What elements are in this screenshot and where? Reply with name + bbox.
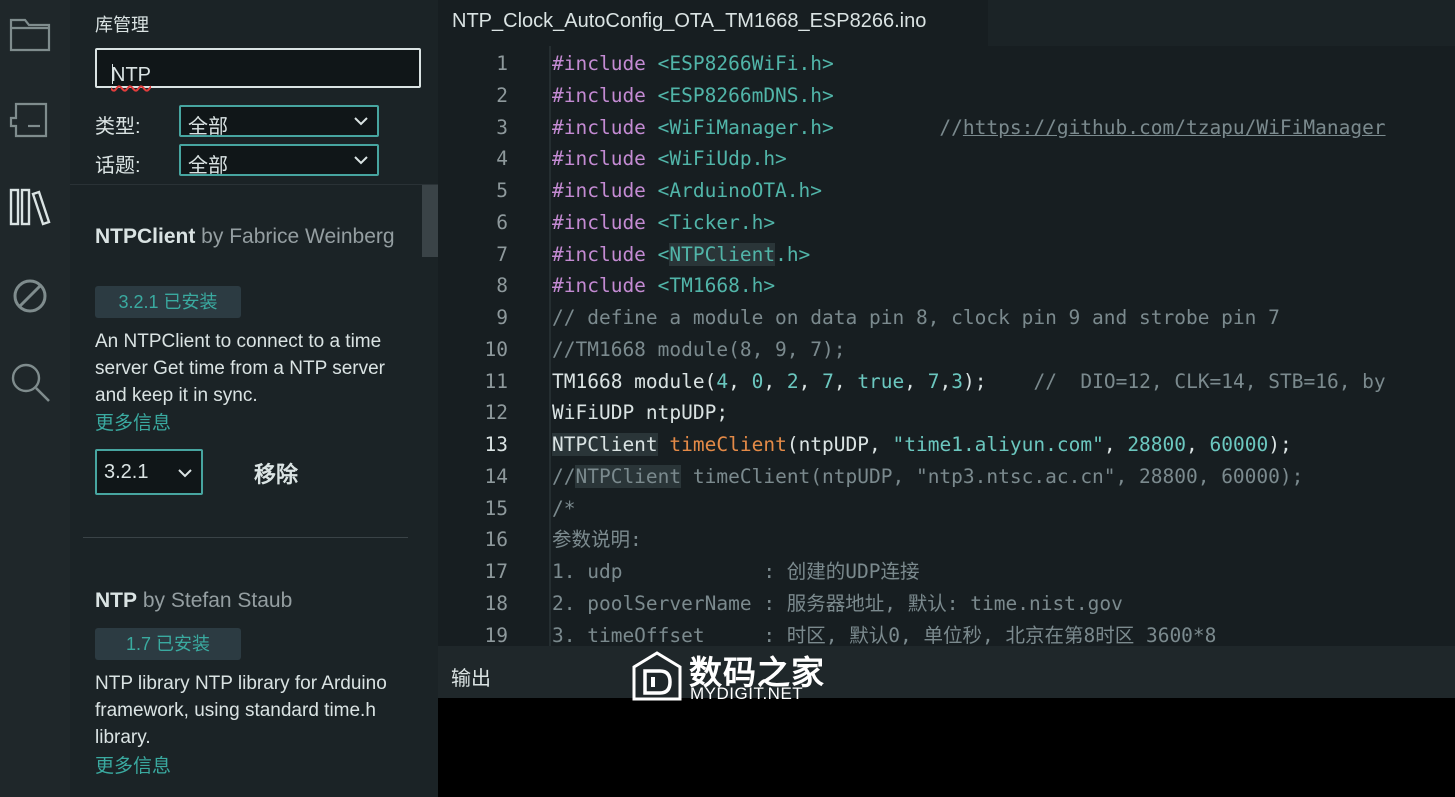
- watermark: 数码之家 MYDIGIT.NET: [630, 646, 830, 706]
- library-item-title: NTPClient by Fabrice Weinberg: [95, 223, 395, 251]
- search-value: NTP: [111, 64, 151, 86]
- watermark-english-text: MYDIGIT.NET: [690, 684, 804, 703]
- line-number: 12: [484, 401, 508, 424]
- line-number: 6: [496, 211, 508, 234]
- line-number: 4: [496, 147, 508, 170]
- item-divider: [83, 537, 408, 538]
- code-line: 1 #include <ESP8266WiFi.h>: [438, 48, 1455, 80]
- version-select-value: 3.2.1: [104, 461, 149, 483]
- library-icon[interactable]: [8, 186, 52, 230]
- line-number: 9: [496, 306, 508, 329]
- chevron-down-icon: [354, 117, 368, 126]
- code-editor[interactable]: 1 #include <ESP8266WiFi.h> 2 #include <ESP…: [438, 46, 1455, 646]
- code-line: 8 #include <TM1668.h>: [438, 270, 1455, 302]
- topic-select[interactable]: 全部: [179, 144, 379, 177]
- chevron-down-icon: [354, 156, 368, 165]
- library-item-title: NTP by Stefan Staub: [95, 587, 395, 615]
- more-info-link[interactable]: 更多信息: [95, 408, 171, 435]
- line-number: 11: [484, 370, 508, 393]
- library-search-input[interactable]: NTP: [95, 48, 421, 88]
- library-description: NTP library NTP library for Arduino fram…: [95, 673, 387, 748]
- search-icon[interactable]: [8, 360, 52, 404]
- installed-badge: 3.2.1 已安装: [95, 286, 241, 318]
- topic-label: 话题:: [95, 155, 141, 177]
- code-line: 17 1. udp : 创建的UDP连接: [438, 556, 1455, 588]
- topic-select-value: 全部: [188, 155, 228, 177]
- code-line: 14//NTPClient timeClient(ntpUDP, "ntp3.n…: [438, 461, 1455, 493]
- library-description: An NTPClient to connect to a time server…: [95, 331, 385, 406]
- remove-button[interactable]: 移除: [254, 457, 298, 489]
- line-number: 16: [484, 528, 508, 551]
- library-manager-panel: 库管理 NTP 类型: 全部 话题: 全部 NTPClient by Fabri…: [70, 0, 438, 797]
- library-name: NTPClient: [95, 225, 196, 248]
- chevron-down-icon: [178, 469, 192, 478]
- code-line: 3 #include <WiFiManager.h> //https://gith…: [438, 112, 1455, 144]
- output-panel-header: 输出: [438, 646, 1455, 698]
- code-line: 4 #include <WiFiUdp.h>: [438, 143, 1455, 175]
- output-tab[interactable]: 输出: [451, 662, 491, 691]
- line-number: 17: [484, 560, 508, 583]
- code-line: 6 #include <Ticker.h>: [438, 207, 1455, 239]
- line-number: 13: [484, 433, 508, 456]
- comment-link[interactable]: https://github.com/tzapu/WiFiManager: [963, 116, 1386, 139]
- library-title: 库管理: [95, 15, 149, 35]
- library-scrollbar[interactable]: [422, 185, 438, 257]
- line-number: 19: [484, 624, 508, 646]
- code-line: 19 3. timeOffset : 时区, 默认0, 单位秒, 北京在第8时区 …: [438, 620, 1455, 646]
- code-line: 10//TM1668 module(8, 9, 7);: [438, 334, 1455, 366]
- code-line: 12 WiFiUDP ntpUDP;: [438, 397, 1455, 429]
- code-line: 15/*: [438, 493, 1455, 525]
- library-name: NTP: [95, 589, 137, 612]
- line-number: 8: [496, 274, 508, 297]
- line-number: 14: [484, 465, 508, 488]
- folder-icon[interactable]: [8, 12, 52, 56]
- library-author: by Stefan Staub: [137, 589, 293, 612]
- library-author: by Fabrice Weinberg: [195, 225, 395, 248]
- line-number: 5: [496, 179, 508, 202]
- code-line: 16 参数说明:: [438, 524, 1455, 556]
- code-line: 11 TM1668 module(4, 0, 2, 7, true, 7,3); …: [438, 366, 1455, 398]
- watermark-logo-icon: [632, 651, 682, 701]
- activity-bar: [0, 0, 70, 797]
- code-line: 5 #include <ArduinoOTA.h>: [438, 175, 1455, 207]
- board-icon[interactable]: [8, 98, 52, 142]
- more-info-link[interactable]: 更多信息: [95, 751, 171, 778]
- type-select[interactable]: 全部: [179, 105, 379, 138]
- tab-label: NTP_Clock_AutoConfig_OTA_TM1668_ESP8266.…: [452, 10, 927, 32]
- code-line: 7 #include <NTPClient.h>: [438, 239, 1455, 271]
- version-select[interactable]: 3.2.1: [95, 449, 203, 495]
- installed-badge: 1.7 已安装: [95, 628, 241, 660]
- type-label: 类型:: [95, 116, 141, 138]
- line-number: 3: [496, 116, 508, 139]
- output-console[interactable]: [438, 698, 1455, 797]
- debug-icon[interactable]: [8, 274, 52, 318]
- code-line: 18 2. poolServerName : 服务器地址, 默认: time.ni…: [438, 588, 1455, 620]
- line-number: 10: [484, 338, 508, 361]
- editor-tab-bar: NTP_Clock_AutoConfig_OTA_TM1668_ESP8266.…: [438, 0, 1455, 46]
- line-number: 7: [496, 243, 508, 266]
- code-line: 9// define a module on data pin 8, clock…: [438, 302, 1455, 334]
- type-select-value: 全部: [188, 116, 228, 138]
- code-line: 2 #include <ESP8266mDNS.h>: [438, 80, 1455, 112]
- tab-sketch-file[interactable]: NTP_Clock_AutoConfig_OTA_TM1668_ESP8266.…: [438, 0, 988, 46]
- line-number: 2: [496, 84, 508, 107]
- text-caret: [112, 64, 113, 84]
- filter-divider: [70, 184, 438, 185]
- line-number: 15: [484, 497, 508, 520]
- line-number: 18: [484, 592, 508, 615]
- line-number: 1: [496, 52, 508, 75]
- code-line-current: 13 NTPClient timeClient(ntpUDP, "time1.al…: [438, 429, 1455, 461]
